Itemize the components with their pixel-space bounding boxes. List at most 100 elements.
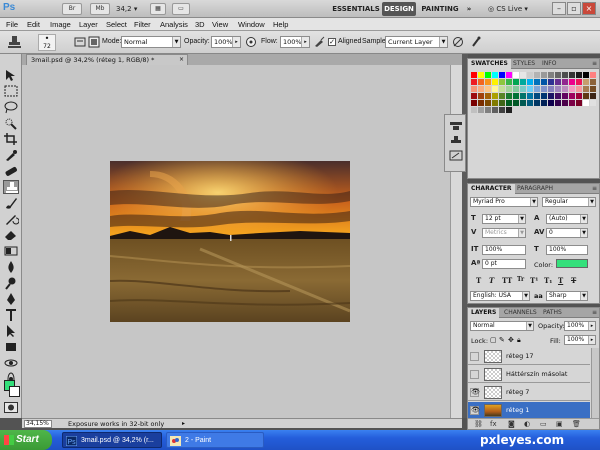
color-swatch[interactable] xyxy=(506,93,512,99)
color-swatch[interactable] xyxy=(485,72,491,78)
leading-field[interactable]: (Auto) ▼ xyxy=(546,214,588,224)
lock-transparency-icon[interactable]: ▢ xyxy=(490,336,497,344)
superscript-icon[interactable]: T¹ xyxy=(530,276,538,285)
small-caps-icon[interactable]: Tr xyxy=(517,276,524,283)
color-swatch[interactable] xyxy=(555,79,561,85)
mode-dropdown[interactable]: Normal ▼ xyxy=(121,36,181,48)
workspace-design-button[interactable]: DESIGN xyxy=(382,2,416,16)
layer-opacity-field[interactable]: 100% ▸ xyxy=(564,321,596,331)
clone-source-panel-icon[interactable] xyxy=(88,36,100,48)
link-layers-icon[interactable]: ⛓ xyxy=(474,420,483,428)
color-swatch[interactable] xyxy=(541,93,547,99)
all-caps-icon[interactable]: TT xyxy=(502,276,512,285)
color-swatch[interactable] xyxy=(520,100,526,106)
eyedropper-tool-icon[interactable] xyxy=(3,148,19,162)
color-swatch[interactable] xyxy=(527,93,533,99)
color-swatch[interactable] xyxy=(590,86,596,92)
color-swatch[interactable] xyxy=(548,93,554,99)
color-swatch[interactable] xyxy=(506,107,512,113)
color-swatch[interactable] xyxy=(534,100,540,106)
color-swatch[interactable] xyxy=(590,93,596,99)
screen-mode-button[interactable]: ▭ xyxy=(172,3,190,15)
color-swatch[interactable] xyxy=(541,86,547,92)
color-swatch[interactable] xyxy=(534,79,540,85)
color-swatch[interactable] xyxy=(471,100,477,106)
color-swatch[interactable] xyxy=(555,100,561,106)
color-swatch[interactable] xyxy=(569,72,575,78)
color-swatch[interactable] xyxy=(576,86,582,92)
new-group-icon[interactable]: ▭ xyxy=(540,420,547,428)
clone-source-icon[interactable] xyxy=(449,135,463,146)
menu-image[interactable]: Image xyxy=(50,19,71,30)
color-swatch[interactable] xyxy=(471,79,477,85)
color-swatch[interactable] xyxy=(499,100,505,106)
3d-rotate-tool-icon[interactable] xyxy=(3,356,19,370)
clone-stamp-icon[interactable] xyxy=(6,35,24,50)
layers-scrollbar[interactable] xyxy=(591,348,599,427)
color-swatch[interactable] xyxy=(499,79,505,85)
launch-minibridge-button[interactable]: Mb xyxy=(90,3,110,15)
color-swatch[interactable] xyxy=(590,79,596,85)
color-swatch[interactable] xyxy=(527,72,533,78)
color-swatch[interactable] xyxy=(520,72,526,78)
color-swatch[interactable] xyxy=(562,79,568,85)
color-swatch[interactable] xyxy=(506,86,512,92)
type-tool-icon[interactable] xyxy=(3,308,19,322)
document-tab[interactable]: 3mail.psd @ 34,2% (réteg 1, RGB/8) * × xyxy=(26,54,188,65)
maximize-button[interactable]: ▫ xyxy=(567,2,581,15)
color-swatch[interactable] xyxy=(471,93,477,99)
blur-tool-icon[interactable] xyxy=(3,260,19,274)
status-zoom-field[interactable]: 34,15% xyxy=(24,420,52,428)
adjustment-layer-icon[interactable]: ◐ xyxy=(524,420,530,428)
color-swatch[interactable] xyxy=(527,100,533,106)
color-swatch[interactable] xyxy=(478,72,484,78)
color-swatch[interactable] xyxy=(569,86,575,92)
color-swatch[interactable] xyxy=(555,93,561,99)
faux-bold-icon[interactable]: T xyxy=(476,276,481,285)
color-swatch[interactable] xyxy=(527,79,533,85)
tool-presets-icon[interactable] xyxy=(449,120,463,131)
layer-row[interactable]: réteg 17 xyxy=(468,348,590,365)
brush-panel-icon[interactable] xyxy=(74,36,86,48)
layer-visibility-toggle[interactable] xyxy=(470,352,479,361)
menu-analysis[interactable]: Analysis xyxy=(160,19,188,30)
menu-help[interactable]: Help xyxy=(273,19,288,30)
color-swatch[interactable] xyxy=(555,86,561,92)
blend-mode-dropdown[interactable]: Normal ▼ xyxy=(470,321,534,331)
color-swatch[interactable] xyxy=(548,86,554,92)
color-swatch[interactable] xyxy=(541,100,547,106)
color-swatch[interactable] xyxy=(499,72,505,78)
color-swatch[interactable] xyxy=(513,100,519,106)
color-swatch[interactable] xyxy=(485,107,491,113)
color-swatch[interactable] xyxy=(513,93,519,99)
color-swatch[interactable] xyxy=(513,79,519,85)
color-swatch[interactable] xyxy=(548,79,554,85)
fill-field[interactable]: 100% ▸ xyxy=(564,335,596,345)
history-brush-tool-icon[interactable] xyxy=(3,212,20,226)
color-swatch[interactable] xyxy=(576,93,582,99)
color-swatch[interactable] xyxy=(520,79,526,85)
color-swatch[interactable] xyxy=(478,107,484,113)
taskbar-photoshop-button[interactable]: Ps 3mail.psd @ 34,2% (r... xyxy=(62,432,162,448)
color-swatch[interactable] xyxy=(471,72,477,78)
language-dropdown[interactable]: English: USA ▼ xyxy=(470,291,530,301)
lock-all-icon[interactable]: 🔒︎ xyxy=(517,336,521,345)
layer-visibility-toggle[interactable]: 👁︎ xyxy=(470,406,480,415)
menu-layer[interactable]: Layer xyxy=(79,19,98,30)
close-button[interactable]: × xyxy=(582,2,596,15)
color-swatch[interactable] xyxy=(485,100,491,106)
aligned-checkbox[interactable]: ✓ xyxy=(328,38,336,46)
minimize-button[interactable]: – xyxy=(552,2,566,15)
color-swatch[interactable] xyxy=(590,72,596,78)
color-swatch[interactable] xyxy=(583,100,589,106)
subscript-icon[interactable]: T₁ xyxy=(544,276,552,285)
color-swatch[interactable] xyxy=(478,79,484,85)
gradient-tool-icon[interactable] xyxy=(3,244,19,258)
layer-row[interactable]: Háttérszín másolat xyxy=(468,366,590,383)
color-swatch[interactable] xyxy=(520,93,526,99)
tab-paths[interactable]: PATHS xyxy=(540,308,565,318)
color-swatch[interactable] xyxy=(485,86,491,92)
menu-filter[interactable]: Filter xyxy=(134,19,151,30)
color-swatch[interactable] xyxy=(499,107,505,113)
dodge-tool-icon[interactable] xyxy=(3,276,19,290)
